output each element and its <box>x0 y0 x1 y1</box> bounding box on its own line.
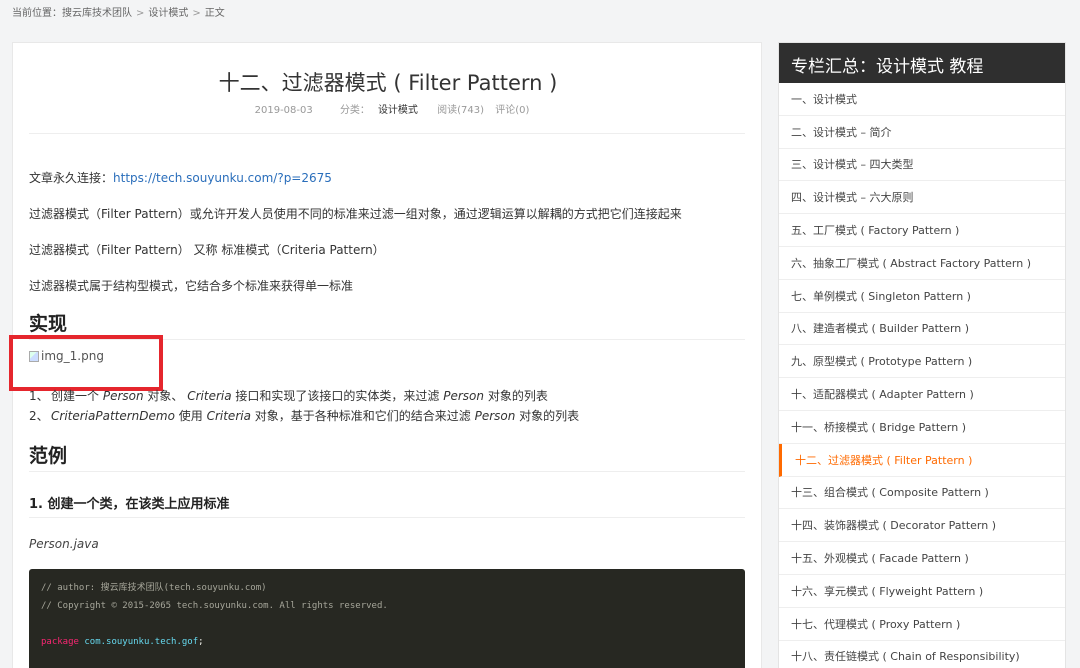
intro-paragraph-3: 过滤器模式属于结构型模式，它结合多个标准来获得单一标准 <box>29 279 354 293</box>
sidebar-list: 一、设计模式 二、设计模式 – 简介 三、设计模式 – 四大类型 四、设计模式 – 六… <box>779 83 1065 668</box>
divider <box>29 133 745 134</box>
sidebar-item[interactable]: 八、建造者模式 ( Builder Pattern ) <box>779 313 1065 346</box>
divider <box>29 471 745 472</box>
code-keyword: package <box>41 637 79 647</box>
sidebar-item[interactable]: 四、设计模式 – 六大原则 <box>779 181 1065 215</box>
breadcrumb-link-team[interactable]: 搜云库技术团队 <box>62 8 132 19</box>
highlight-box <box>9 335 163 391</box>
code-comment: // author: 搜云库技术团队(tech.souyunku.com) <box>41 583 267 593</box>
sidebar-item[interactable]: 十八、责任链模式 ( Chain of Responsibility) <box>779 641 1065 668</box>
sidebar-item[interactable]: 十三、组合模式 ( Composite Pattern ) <box>779 477 1065 510</box>
breadcrumb-separator: > <box>192 8 201 19</box>
sidebar-item[interactable]: 十五、外观模式 ( Facade Pattern ) <box>779 542 1065 575</box>
article-date: 2019-08-03 <box>254 105 313 116</box>
article-title: 十二、过滤器模式 ( Filter Pattern ) <box>218 71 558 95</box>
code-semicolon: ; <box>198 637 204 647</box>
sidebar-item[interactable]: 一、设计模式 <box>779 83 1065 116</box>
article-meta: 2019-08-03 分类： 设计模式 阅读(743) 评论(0) <box>13 101 763 116</box>
breadcrumb-separator: > <box>136 8 145 19</box>
sidebar-item[interactable]: 十四、装饰器模式 ( Decorator Pattern ) <box>779 509 1065 543</box>
sidebar-item[interactable]: 九、原型模式 ( Prototype Pattern ) <box>779 345 1065 379</box>
sidebar-item[interactable]: 七、单例模式 ( Singleton Pattern ) <box>779 280 1065 313</box>
list-item: 2、 CriteriaPatternDemo 使用 Criteria 对象，基于各… <box>29 409 580 423</box>
permalink-link[interactable]: https://tech.souyunku.com/?p=2675 <box>113 171 332 185</box>
breadcrumb-prefix: 当前位置： <box>12 8 62 19</box>
sidebar-item[interactable]: 十一、桥接模式 ( Bridge Pattern ) <box>779 411 1065 444</box>
article-comments-link[interactable]: 评论(0) <box>495 105 529 116</box>
sidebar-title: 专栏汇总：设计模式 教程 <box>779 43 1065 83</box>
section-heading-example: 范例 <box>29 445 68 467</box>
sidebar-item[interactable]: 三、设计模式 – 四大类型 <box>779 149 1065 182</box>
sidebar-item[interactable]: 十、适配器模式 ( Adapter Pattern ) <box>779 378 1065 411</box>
divider <box>29 517 745 518</box>
code-package-name: com.souyunku.tech.gof <box>84 637 199 647</box>
breadcrumb-current: 正文 <box>204 8 225 19</box>
intro-paragraph-2: 过滤器模式（Filter Pattern） 又称 标准模式（Criteria P… <box>29 243 385 257</box>
article-category: 分类： 设计模式 <box>332 105 418 116</box>
article-panel: 十二、过滤器模式 ( Filter Pattern ) 2019-08-03 分… <box>9 42 763 668</box>
article-reads: 阅读(743) <box>437 105 485 116</box>
permalink-label: 文章永久连接： <box>29 171 114 185</box>
breadcrumb-link-category[interactable]: 设计模式 <box>148 8 188 19</box>
sidebar-item[interactable]: 十二、过滤器模式 ( Filter Pattern ) <box>779 443 1065 477</box>
list-item: 1、 创建一个 Person 对象、 Criteria 接口和实现了该接口的实体类… <box>29 389 548 403</box>
step-heading: 1. 创建一个类，在该类上应用标准 <box>29 497 230 512</box>
category-label: 分类： <box>339 105 370 116</box>
sidebar-item[interactable]: 十七、代理模式 ( Proxy Pattern ) <box>779 608 1065 641</box>
sidebar-item[interactable]: 六、抽象工厂模式 ( Abstract Factory Pattern ) <box>779 247 1065 280</box>
permalink-line: 文章永久连接：https://tech.souyunku.com/?p=2675 <box>29 169 332 186</box>
section-heading-implementation: 实现 <box>29 313 68 335</box>
code-filename: Person.java <box>29 537 99 551</box>
series-sidebar: 专栏汇总：设计模式 教程 一、设计模式 二、设计模式 – 简介 三、设计模式 – 四… <box>778 42 1066 668</box>
code-comment: // Copyright © 2015-2065 tech.souyunku.c… <box>41 601 388 611</box>
category-link[interactable]: 设计模式 <box>378 105 418 116</box>
intro-paragraph-1: 过滤器模式（Filter Pattern）或允许开发人员使用不同的标准来过滤一组… <box>29 207 682 221</box>
sidebar-item[interactable]: 二、设计模式 – 简介 <box>779 116 1065 149</box>
breadcrumb: 当前位置：搜云库技术团队 > 设计模式 > 正文 <box>12 4 225 20</box>
sidebar-item[interactable]: 十六、享元模式 ( Flyweight Pattern ) <box>779 575 1065 608</box>
sidebar-item[interactable]: 五、工厂模式 ( Factory Pattern ) <box>779 214 1065 247</box>
code-block: // author: 搜云库技术团队(tech.souyunku.com) //… <box>29 569 745 668</box>
